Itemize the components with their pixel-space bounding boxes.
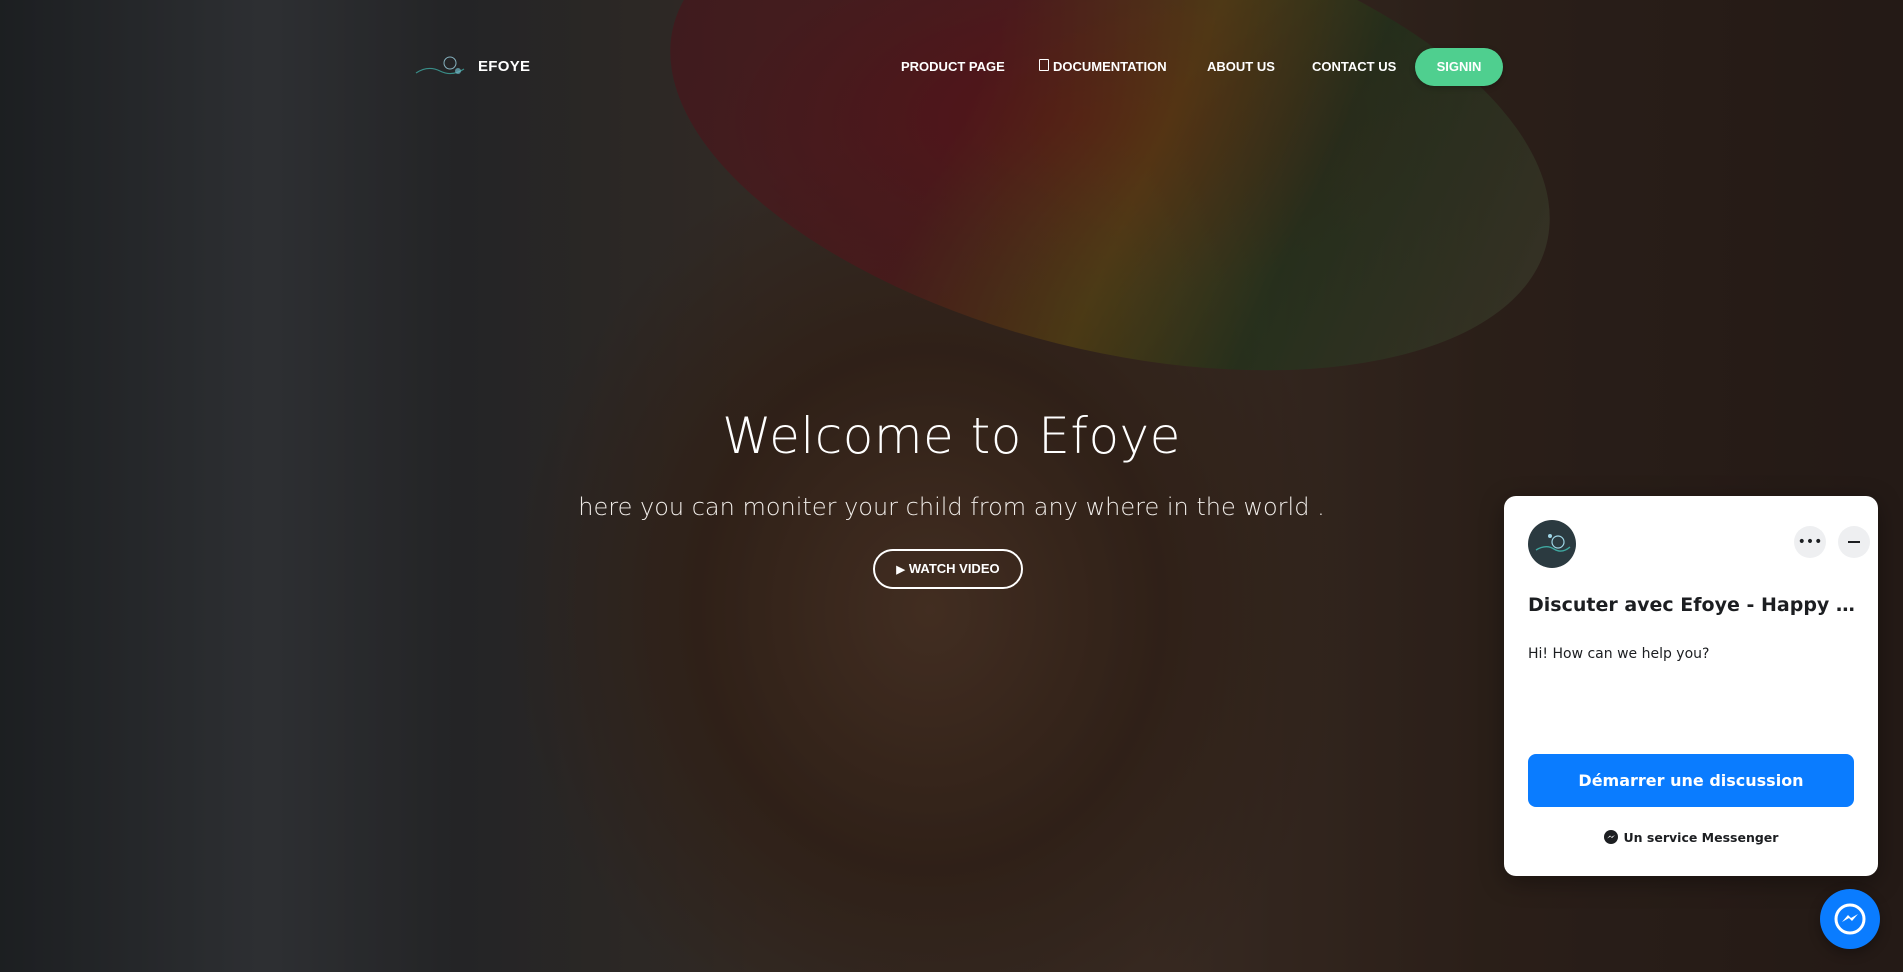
nav-product-page[interactable]: PRODUCT PAGE: [901, 48, 1005, 86]
chat-title: Discuter avec Efoye - Happy baby: [1528, 594, 1858, 616]
efoye-logo-icon: [415, 56, 465, 75]
messenger-service-text: Un service Messenger: [1623, 830, 1779, 845]
top-navigation: EFOYE PRODUCT PAGE DOCUMENTATION ABOUT U…: [0, 0, 1903, 132]
messenger-launcher-button[interactable]: [1820, 889, 1880, 949]
minimize-icon[interactable]: [1838, 526, 1870, 558]
messenger-icon: [1834, 903, 1866, 935]
messenger-service-note: Un service Messenger: [1504, 830, 1878, 845]
messenger-small-icon: [1603, 830, 1618, 844]
brand[interactable]: EFOYE: [414, 52, 530, 80]
avatar-logo-icon: [1535, 534, 1571, 552]
document-icon: [1039, 59, 1049, 71]
hero-title: Welcome to Efoye: [722, 407, 1181, 465]
messenger-chat-widget: ••• Discuter avec Efoye - Happy baby Hi!…: [1504, 496, 1878, 876]
nav-documentation-label: DOCUMENTATION: [1053, 59, 1167, 74]
page-avatar: [1528, 520, 1576, 568]
brand-name: EFOYE: [478, 57, 531, 75]
start-chat-button[interactable]: Démarrer une discussion: [1528, 754, 1854, 807]
chat-greeting: Hi! How can we help you?: [1528, 646, 1710, 662]
nav-documentation[interactable]: DOCUMENTATION: [1039, 48, 1167, 86]
watch-video-label: WATCH VIDEO: [908, 561, 1000, 576]
signin-button[interactable]: SIGNIN: [1415, 48, 1503, 86]
nav-contact-us[interactable]: CONTACT US: [1312, 48, 1396, 86]
watch-video-button[interactable]: ▶ WATCH VIDEO: [873, 549, 1023, 589]
nav-about-us[interactable]: ABOUT US: [1207, 48, 1275, 86]
play-icon: ▶: [896, 564, 905, 576]
more-options-icon[interactable]: •••: [1794, 526, 1826, 558]
